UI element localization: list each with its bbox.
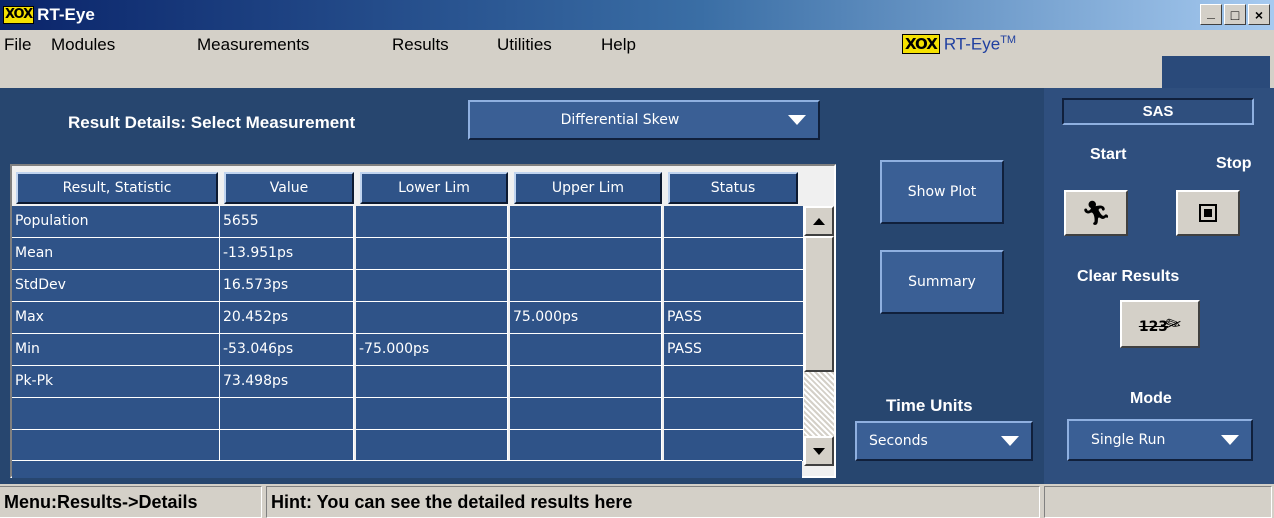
close-icon: × [1254,6,1264,23]
table-cell [664,366,804,398]
table-cell: 16.573ps [220,270,354,302]
arrow-down-icon [813,447,825,455]
standard-indicator: SAS [1062,98,1254,125]
table-cell [664,398,804,430]
column-header[interactable]: Status [668,172,798,204]
table-bottom-row [12,460,802,478]
column-header[interactable]: Value [224,172,354,204]
scroll-down-button[interactable] [804,436,834,466]
mode-dropdown[interactable]: Single Run [1067,419,1253,461]
table-cell [356,270,508,302]
menu-measurements[interactable]: Measurements [197,35,309,55]
arrow-up-icon [813,217,825,225]
table-cell [356,238,508,270]
minimize-button[interactable]: _ [1200,4,1222,25]
select-measurement-label: Result Details: Select Measurement [68,113,356,132]
status-hint: Hint: You can see the detailed results h… [266,486,1040,518]
stop-label: Stop [1216,155,1252,172]
table-cell: PASS [664,302,804,334]
table-cell [356,366,508,398]
table-cell [510,206,662,238]
title-bar: XOX RT-Eye _ □ × [0,0,1274,30]
table-cell: 20.452ps [220,302,354,334]
stop-button[interactable] [1176,190,1240,236]
table-cell [356,398,508,430]
scroll-up-button[interactable] [804,206,834,236]
status-location: Menu:Results->Details [0,486,262,518]
scrollbar-thumb[interactable] [804,236,834,372]
menu-utilities[interactable]: Utilities [497,35,552,55]
table-cell: Max [12,302,220,334]
clear-results-label: Clear Results [1077,268,1180,285]
table-cell: -53.046ps [220,334,354,366]
table-cell: PASS [664,334,804,366]
column-header[interactable]: Lower Lim [360,172,508,204]
table-cell: Population [12,206,220,238]
table-cell: 5655 [220,206,354,238]
table-cell [664,430,804,462]
table-cell [510,270,662,302]
running-man-icon: 🏃︎ [1080,199,1112,227]
app-logo: XOX [3,6,35,24]
table-cell: Min [12,334,220,366]
brand-logo: XOX [902,34,940,55]
table-cell [220,398,354,430]
menu-modules[interactable]: Modules [51,35,115,55]
menu-results[interactable]: Results [392,35,449,55]
table-cell [510,334,662,366]
table-cell: Pk-Pk [12,366,220,398]
table-cell [510,430,662,462]
menu-file[interactable]: File [4,35,31,55]
chevron-down-icon [1001,436,1019,446]
measurement-dropdown[interactable]: Differential Skew [468,100,820,140]
table-cell: 75.000ps [510,302,662,334]
trademark: TM [1000,34,1017,46]
minimize-icon: _ [1207,3,1215,20]
table-cell [12,398,220,430]
chevron-down-icon [1221,435,1239,445]
table-cell [12,430,220,462]
column-header[interactable]: Result, Statistic [16,172,218,204]
table-cell [220,430,354,462]
table-cell: 73.498ps [220,366,354,398]
maximize-icon: □ [1230,6,1240,23]
eraser-icon: 123 ✎ [1138,311,1185,337]
mode-value: Single Run [1091,432,1166,448]
table-cell [356,302,508,334]
table-cell [510,366,662,398]
table-cell [356,206,508,238]
menu-help[interactable]: Help [601,35,636,55]
table-cell: -13.951ps [220,238,354,270]
measurement-value: Differential Skew [560,112,680,128]
stop-icon [1199,204,1217,222]
table-cell: Mean [12,238,220,270]
status-extra [1044,486,1272,518]
close-button[interactable]: × [1248,4,1270,25]
table-cell [664,206,804,238]
time-units-label: Time Units [886,396,973,415]
menu-right-accent [1162,56,1270,88]
window-title: RT-Eye [37,5,95,24]
table-cell [356,430,508,462]
brand: XOX RT-EyeTM [902,34,1016,55]
start-label: Start [1090,146,1127,163]
table-cell [664,270,804,302]
table-cell: -75.000ps [356,334,508,366]
window-controls: _ □ × [1200,4,1270,25]
table-cell [664,238,804,270]
table-cell: StdDev [12,270,220,302]
chevron-down-icon [788,115,806,125]
time-units-dropdown[interactable]: Seconds [855,421,1033,461]
table-cell [510,238,662,270]
show-plot-button[interactable]: Show Plot [880,160,1004,224]
maximize-button[interactable]: □ [1224,4,1246,25]
mode-label: Mode [1130,390,1172,407]
brand-name: RT-EyeTM [943,34,1017,54]
summary-button[interactable]: Summary [880,250,1004,314]
time-units-value: Seconds [869,433,928,449]
clear-results-button[interactable]: 123 ✎ [1120,300,1200,348]
start-button[interactable]: 🏃︎ [1064,190,1128,236]
column-header[interactable]: Upper Lim [514,172,662,204]
table-cell [510,398,662,430]
